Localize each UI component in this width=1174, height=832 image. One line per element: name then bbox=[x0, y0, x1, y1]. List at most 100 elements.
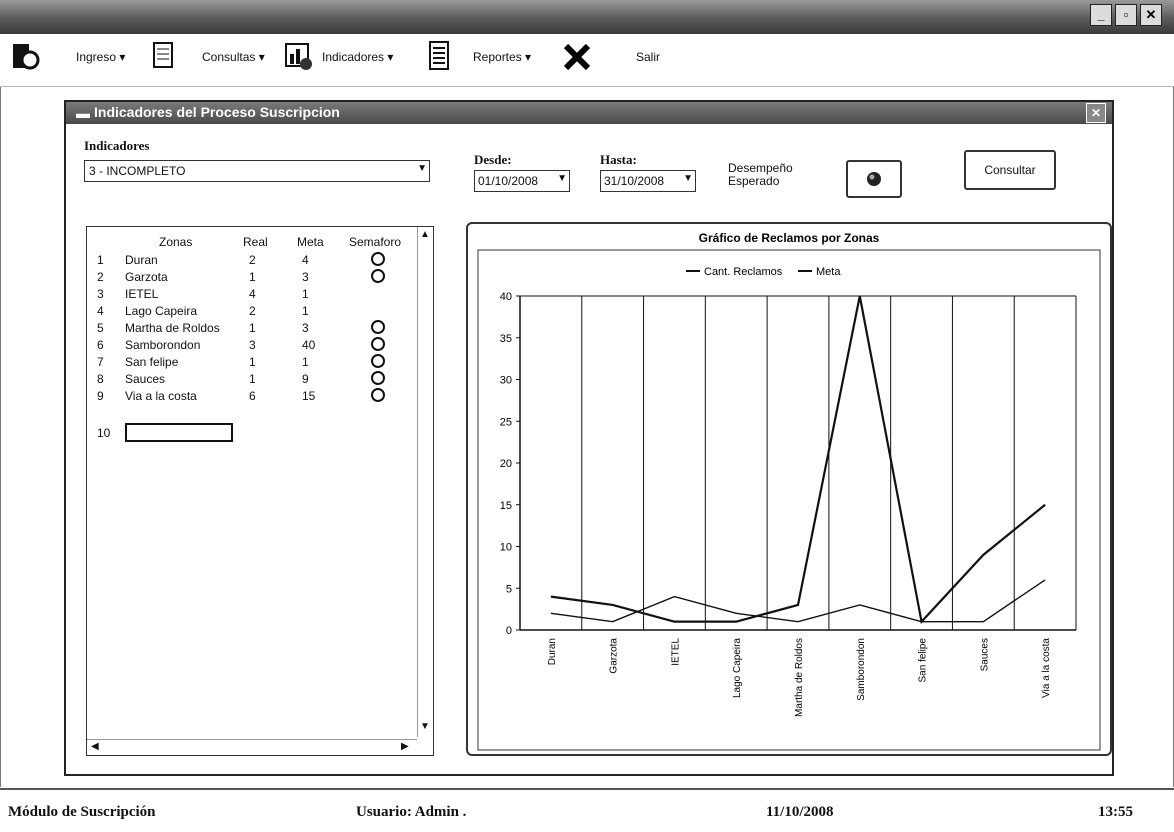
cell-meta: 1 bbox=[302, 355, 309, 369]
menu-indicadores-label: Indicadores bbox=[322, 50, 385, 64]
y-tick-label: 30 bbox=[500, 375, 512, 387]
scroll-left-icon[interactable]: ◀ bbox=[91, 741, 99, 752]
cell-real: 6 bbox=[249, 389, 256, 403]
semaforo-light-icon bbox=[371, 252, 385, 266]
window-menu-icon[interactable]: ▬ bbox=[76, 105, 90, 121]
cell-zona: Samborondon bbox=[125, 338, 201, 352]
reportes-icon bbox=[429, 41, 449, 70]
table-row[interactable]: 7 San felipe 1 1 bbox=[87, 354, 407, 370]
x-tick-label: Samborondon bbox=[856, 638, 867, 701]
cell-meta: 1 bbox=[302, 304, 309, 318]
column-header-semaforo[interactable]: Semaforo bbox=[349, 235, 401, 249]
scroll-down-icon[interactable]: ▼ bbox=[420, 721, 430, 732]
indicadores-window: ▬ Indicadores del Proceso Suscripcion ✕ … bbox=[64, 100, 1114, 776]
semaforo-light-icon bbox=[371, 354, 385, 368]
consultar-button[interactable]: Consultar bbox=[964, 150, 1056, 190]
chevron-down-icon: ▾ bbox=[258, 50, 265, 64]
status-module: Módulo de Suscripción bbox=[8, 804, 156, 820]
app-title-bar: _ ▫ ✕ bbox=[0, 0, 1174, 34]
menu-consultas-label: Consultas bbox=[202, 50, 256, 64]
row-number: 8 bbox=[97, 372, 104, 386]
y-tick-label: 0 bbox=[506, 625, 512, 637]
indicadores-icon bbox=[285, 43, 312, 70]
legend-label: Meta bbox=[816, 266, 841, 278]
cell-zona: Duran bbox=[125, 253, 158, 267]
chevron-down-icon: ▼ bbox=[417, 163, 427, 174]
table-row[interactable]: 8 Sauces 1 9 bbox=[87, 371, 407, 387]
menu-ingreso-label: Ingreso bbox=[76, 50, 117, 64]
x-tick-label: Sauces bbox=[979, 638, 990, 671]
y-tick-label: 20 bbox=[500, 458, 512, 470]
chevron-down-icon: ▾ bbox=[525, 50, 532, 64]
row-number: 4 bbox=[97, 304, 104, 318]
menu-ingreso[interactable]: Ingreso ▾ bbox=[76, 50, 125, 64]
status-bar: Módulo de Suscripción Usuario: Admin . 1… bbox=[0, 788, 1174, 832]
table-row[interactable]: 3 IETEL 4 1 bbox=[87, 287, 407, 302]
row-number: 7 bbox=[97, 355, 104, 369]
minimize-button[interactable]: _ bbox=[1090, 4, 1112, 26]
hasta-label: Hasta: bbox=[600, 152, 637, 167]
series-line-1 bbox=[550, 295, 1046, 624]
cell-zona: San felipe bbox=[125, 355, 179, 369]
cell-meta: 9 bbox=[302, 372, 309, 386]
vertical-scrollbar[interactable]: ▲ ▼ bbox=[417, 227, 432, 737]
cell-zona: Martha de Roldos bbox=[125, 321, 220, 335]
window-close-button[interactable]: ✕ bbox=[1086, 103, 1106, 123]
desde-date-picker[interactable]: 01/10/2008 ▼ bbox=[474, 170, 570, 192]
cell-real: 3 bbox=[249, 338, 256, 352]
app-logo-icon bbox=[13, 44, 40, 70]
table-row[interactable]: 6 Samborondon 3 40 bbox=[87, 337, 407, 353]
chevron-down-icon: ▼ bbox=[683, 173, 693, 184]
menu-consultas[interactable]: Consultas ▾ bbox=[202, 50, 265, 64]
column-header-meta[interactable]: Meta bbox=[297, 235, 324, 249]
table-row[interactable]: 9 Via a la costa 6 15 bbox=[87, 388, 407, 404]
exit-x-icon[interactable] bbox=[562, 40, 592, 72]
scroll-up-icon[interactable]: ▲ bbox=[420, 229, 430, 240]
row-number: 9 bbox=[97, 389, 104, 403]
cell-real: 1 bbox=[249, 321, 256, 335]
cell-real: 2 bbox=[249, 253, 256, 267]
status-time: 13:55 bbox=[1098, 804, 1133, 820]
scroll-right-icon[interactable]: ▶ bbox=[401, 741, 409, 752]
reclamos-chart-panel: Gráfico de Reclamos por Zonas Cant. Recla… bbox=[466, 222, 1112, 756]
cell-real: 1 bbox=[249, 355, 256, 369]
horizontal-scrollbar[interactable]: ◀ ▶ bbox=[87, 739, 417, 754]
cell-zona: Via a la costa bbox=[125, 389, 197, 403]
close-button[interactable]: ✕ bbox=[1140, 4, 1162, 26]
chart-title: Gráfico de Reclamos por Zonas bbox=[699, 231, 880, 245]
menu-indicadores[interactable]: Indicadores ▾ bbox=[322, 50, 393, 64]
table-row[interactable]: 1 Duran 2 4 bbox=[87, 252, 407, 268]
row-number: 3 bbox=[97, 287, 104, 301]
reclamos-line-chart: Gráfico de Reclamos por Zonas Cant. Recla… bbox=[477, 231, 1101, 751]
table-row[interactable]: 5 Martha de Roldos 1 3 bbox=[87, 320, 407, 336]
y-tick-label: 25 bbox=[500, 416, 512, 428]
menu-salir[interactable]: Salir bbox=[636, 50, 660, 64]
cell-real: 1 bbox=[249, 270, 256, 284]
row-number: 2 bbox=[97, 270, 104, 284]
column-header-real[interactable]: Real bbox=[243, 235, 268, 249]
globe-icon bbox=[867, 172, 881, 186]
chevron-down-icon: ▾ bbox=[387, 50, 394, 64]
row-number: 1 bbox=[97, 253, 104, 267]
table-row[interactable]: 2 Garzota 1 3 bbox=[87, 269, 407, 285]
x-tick-label: Martha de Roldos bbox=[794, 638, 805, 717]
cell-zona: Lago Capeira bbox=[125, 304, 198, 318]
desempeno-button[interactable] bbox=[846, 160, 902, 198]
consultas-icon bbox=[153, 42, 173, 68]
y-tick-label: 35 bbox=[500, 333, 512, 345]
y-tick-label: 40 bbox=[500, 291, 512, 303]
new-row-input[interactable] bbox=[125, 423, 233, 442]
cell-meta: 1 bbox=[302, 287, 309, 301]
x-tick-label: IETEL bbox=[670, 638, 681, 666]
chart-plot-frame bbox=[477, 249, 1101, 751]
maximize-button[interactable]: ▫ bbox=[1115, 4, 1137, 26]
table-row[interactable]: 4 Lago Capeira 2 1 bbox=[87, 304, 407, 319]
hasta-date-picker[interactable]: 31/10/2008 ▼ bbox=[600, 170, 696, 192]
cell-meta: 40 bbox=[302, 338, 316, 352]
new-row-number: 10 bbox=[97, 426, 111, 440]
window-title: Indicadores del Proceso Suscripcion bbox=[94, 104, 340, 120]
menu-reportes[interactable]: Reportes ▾ bbox=[473, 50, 531, 64]
column-header-zonas[interactable]: Zonas bbox=[159, 235, 192, 249]
semaforo-light-icon bbox=[371, 320, 385, 334]
indicadores-select[interactable]: 3 - INCOMPLETO ▼ bbox=[84, 160, 430, 182]
